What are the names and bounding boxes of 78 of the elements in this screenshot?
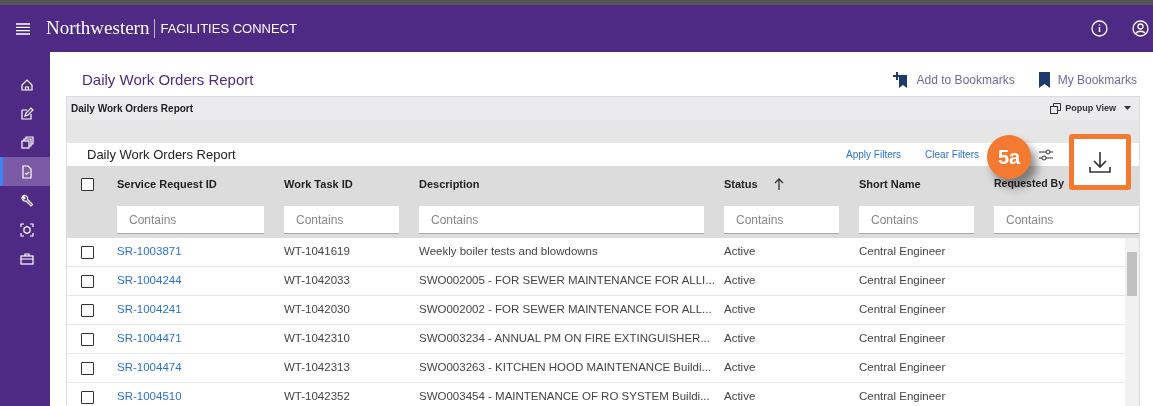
column-header[interactable]: Work Task ID — [284, 175, 353, 193]
table-cell: Active — [724, 361, 756, 374]
table-cell: SWO002005 - FOR SEWER MAINTENANCE FOR ALLI... — [419, 274, 715, 287]
table-cell: Central Engineer — [859, 390, 946, 403]
row-checkbox[interactable] — [80, 245, 94, 259]
row-checkbox[interactable] — [80, 332, 94, 346]
column-header[interactable]: Requested By — [994, 176, 1065, 192]
bookmark-link[interactable]: My Bookmarks — [1038, 71, 1137, 89]
table-cell: Active — [724, 274, 756, 287]
table-cell: Central Engineer — [859, 332, 946, 345]
product-name: FACILITIES CONNECT — [154, 18, 297, 39]
bookmark-icon — [1038, 72, 1050, 88]
request-link[interactable]: SR-1004510 — [117, 390, 182, 403]
edit-icon — [19, 106, 34, 121]
request-link[interactable]: SR-1003871 — [117, 245, 182, 258]
user-icon[interactable] — [1132, 20, 1149, 37]
filter-field[interactable]: Contains — [284, 206, 399, 234]
table-cell: Central Engineer — [859, 274, 946, 287]
popup-icon — [1050, 103, 1062, 114]
table-cell: WT-1041619 — [284, 245, 350, 258]
home-icon — [19, 77, 34, 92]
scrollbar[interactable] — [1125, 238, 1139, 406]
filter-field[interactable]: Contains — [724, 206, 839, 234]
table-cell: WT-1042030 — [284, 303, 350, 316]
table-cell: Active — [724, 332, 756, 345]
table-cell: SWO003234 - ANNUAL PM ON FIRE EXTINGUISHER... — [419, 332, 710, 345]
table-cell: Central Engineer — [859, 245, 946, 258]
table-cell: WT-1042313 — [284, 361, 350, 374]
menu-icon[interactable] — [16, 22, 30, 35]
row-checkbox[interactable] — [80, 361, 94, 375]
request-link[interactable]: SR-1004244 — [117, 274, 182, 287]
request-link[interactable]: SR-1004471 — [117, 332, 182, 345]
table-cell: SWO002002 - FOR SEWER MAINTENANCE FOR ALL... — [419, 303, 712, 316]
request-link[interactable]: SR-1004474 — [117, 361, 182, 374]
filter-field[interactable]: Contains — [419, 206, 704, 234]
select-all-checkbox[interactable] — [80, 177, 94, 191]
column-header[interactable]: Status — [724, 175, 784, 193]
sidebar-item[interactable] — [0, 157, 50, 186]
page-title: Daily Work Orders Report — [82, 69, 254, 90]
filter-field[interactable]: Contains — [859, 206, 974, 234]
document-icon — [19, 164, 34, 179]
table-cell: SWO003263 - KITCHEN HOOD MAINTENANCE Buildi... — [419, 361, 712, 374]
table-cell: SWO003454 - MAINTENANCE OF RO SYSTEM Buildi... — [419, 390, 710, 403]
table-cell: Weekly boiler tests and blowdowns — [419, 245, 598, 258]
column-header[interactable]: Description — [419, 175, 480, 193]
add-bookmark-icon — [892, 72, 909, 88]
column-header[interactable]: Short Name — [859, 175, 921, 193]
row-checkbox[interactable] — [80, 390, 94, 404]
filter-field[interactable]: Contains — [117, 206, 264, 234]
panel-title: Daily Work Orders Report — [71, 102, 194, 116]
filter-field[interactable]: Contains — [994, 206, 1139, 234]
request-link[interactable]: SR-1004241 — [117, 303, 182, 316]
table-cell: Central Engineer — [859, 303, 946, 316]
filter-settings-icon[interactable] — [1039, 149, 1053, 161]
row-checkbox[interactable] — [80, 274, 94, 288]
bookmark-link[interactable]: Add to Bookmarks — [892, 71, 1015, 89]
table-cell: Active — [724, 245, 756, 258]
wrench-icon — [19, 193, 34, 208]
info-icon[interactable] — [1091, 20, 1108, 37]
copy-icon — [19, 135, 34, 150]
caret-icon — [1124, 106, 1131, 111]
briefcase-icon — [19, 251, 34, 266]
scan-icon — [19, 222, 34, 237]
row-checkbox[interactable] — [80, 303, 94, 317]
sort-arrow-icon[interactable] — [773, 178, 784, 190]
grid-title: Daily Work Orders Report — [87, 145, 236, 164]
table-cell: Active — [724, 390, 756, 403]
filter-link[interactable]: Clear Filters — [925, 147, 979, 162]
table-cell: WT-1042310 — [284, 332, 350, 345]
table-cell: WT-1042033 — [284, 274, 350, 287]
column-header[interactable]: Service Request ID — [117, 175, 217, 193]
table-cell: Active — [724, 303, 756, 316]
table-cell: WT-1042352 — [284, 390, 350, 403]
filter-link[interactable]: Apply Filters — [846, 147, 902, 162]
table-cell: Central Engineer — [859, 361, 946, 374]
popup-view-button[interactable]: Popup View — [1050, 101, 1131, 116]
brand-name: Northwestern — [46, 16, 150, 41]
download-icon[interactable] — [1088, 150, 1112, 174]
